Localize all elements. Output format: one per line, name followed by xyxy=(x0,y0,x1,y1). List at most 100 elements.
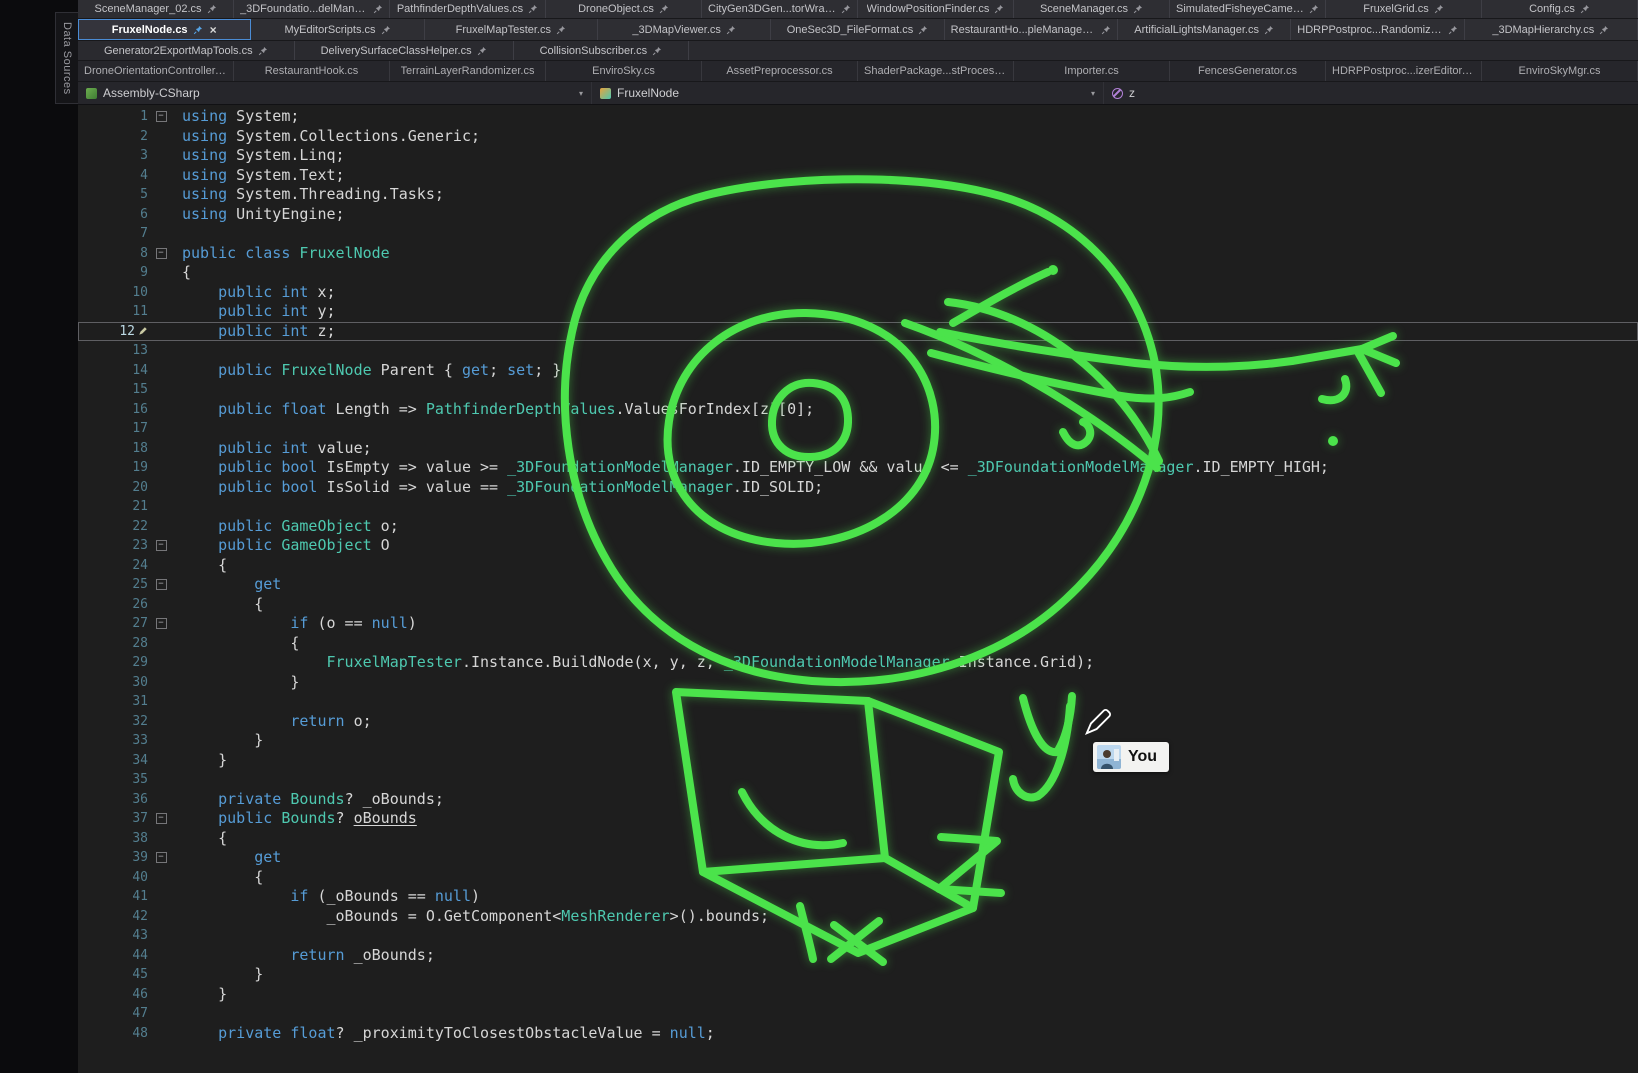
code-line[interactable]: 5using System.Threading.Tasks; xyxy=(78,185,1638,205)
code-line-active[interactable]: 12 public int z; xyxy=(78,322,1638,342)
code-line[interactable]: 24 { xyxy=(78,556,1638,576)
tab[interactable]: WindowPositionFinder.cs xyxy=(858,0,1014,18)
code-line[interactable]: 26 { xyxy=(78,595,1638,615)
pin-icon[interactable] xyxy=(477,46,487,56)
tab[interactable]: CityGen3DGen...torWrapper.cs xyxy=(702,0,858,18)
code-line[interactable]: 43 xyxy=(78,926,1638,946)
tab[interactable]: SimulatedFisheyeCamera.cs xyxy=(1170,0,1326,18)
tab[interactable]: FencesGenerator.cs xyxy=(1170,61,1326,81)
pin-icon[interactable] xyxy=(373,4,383,14)
code-line[interactable]: 18 public int value; xyxy=(78,439,1638,459)
code-line[interactable]: 3using System.Linq; xyxy=(78,146,1638,166)
pin-icon[interactable] xyxy=(1133,4,1143,14)
tab[interactable]: ArtificialLightsManager.cs xyxy=(1118,19,1291,40)
fold-collapse-icon[interactable]: − xyxy=(156,618,167,629)
pin-icon[interactable] xyxy=(841,4,851,14)
pin-icon[interactable] xyxy=(1580,4,1590,14)
tab[interactable]: HDRPPostproc...Randomizer.cs xyxy=(1291,19,1464,40)
code-line[interactable]: 41 if (_oBounds == null) xyxy=(78,887,1638,907)
data-sources-tab[interactable]: Data Sources xyxy=(55,12,78,104)
tab[interactable]: Config.cs xyxy=(1482,0,1638,18)
pin-icon[interactable] xyxy=(258,46,268,56)
code-line[interactable]: 13 xyxy=(78,341,1638,361)
pin-icon[interactable] xyxy=(994,4,1004,14)
tab[interactable]: DeliverySurfaceClassHelper.cs xyxy=(295,41,514,60)
code-line[interactable]: 47 xyxy=(78,1004,1638,1024)
pin-icon[interactable] xyxy=(1101,25,1111,35)
tab[interactable]: TerrainLayerRandomizer.cs xyxy=(390,61,546,81)
fold-collapse-icon[interactable]: − xyxy=(156,111,167,122)
code-line[interactable]: 23− public GameObject O xyxy=(78,536,1638,556)
tab[interactable]: SceneManager.cs xyxy=(1014,0,1170,18)
code-line[interactable]: 14 public FruxelNode Parent { get; set; … xyxy=(78,361,1638,381)
code-line[interactable]: 33 } xyxy=(78,731,1638,751)
tab[interactable]: _3DFoundatio...delManager.cs xyxy=(234,0,390,18)
code-line[interactable]: 1−using System; xyxy=(78,107,1638,127)
code-line[interactable]: 30 } xyxy=(78,673,1638,693)
code-line[interactable]: 31 xyxy=(78,692,1638,712)
member-dropdown[interactable]: z xyxy=(1103,82,1638,104)
tab[interactable]: FruxelMapTester.cs xyxy=(425,19,598,40)
code-line[interactable]: 46 } xyxy=(78,985,1638,1005)
code-line[interactable]: 17 xyxy=(78,419,1638,439)
code-line[interactable]: 48 private float? _proximityToClosestObs… xyxy=(78,1024,1638,1044)
pin-icon[interactable] xyxy=(659,4,669,14)
pin-icon[interactable] xyxy=(726,25,736,35)
fold-collapse-icon[interactable]: − xyxy=(156,579,167,590)
close-icon[interactable]: × xyxy=(210,24,217,36)
pin-icon[interactable] xyxy=(207,4,217,14)
pin-icon[interactable] xyxy=(1264,25,1274,35)
code-line[interactable]: 28 { xyxy=(78,634,1638,654)
code-line[interactable]: 8−public class FruxelNode xyxy=(78,244,1638,264)
pin-icon[interactable] xyxy=(528,4,538,14)
code-line[interactable]: 37− public Bounds? oBounds xyxy=(78,809,1638,829)
pin-icon[interactable] xyxy=(1309,4,1319,14)
code-line[interactable]: 42 _oBounds = O.GetComponent<MeshRendere… xyxy=(78,907,1638,927)
tab[interactable]: FruxelGrid.cs xyxy=(1326,0,1482,18)
tab[interactable]: DroneOrientationController.cs xyxy=(78,61,234,81)
tab[interactable]: EnviroSky.cs xyxy=(546,61,702,81)
tab[interactable]: OneSec3D_FileFormat.cs xyxy=(771,19,944,40)
tab[interactable]: SceneManager_02.cs xyxy=(78,0,234,18)
type-dropdown[interactable]: FruxelNode ▾ xyxy=(591,82,1103,104)
fold-collapse-icon[interactable]: − xyxy=(156,813,167,824)
code-line[interactable]: 20 public bool IsSolid => value == _3DFo… xyxy=(78,478,1638,498)
tab[interactable]: EnviroSkyMgr.cs xyxy=(1482,61,1638,81)
tab[interactable]: HDRPPostproc...izerEditor.cs xyxy=(1326,61,1482,81)
tab[interactable]: PathfinderDepthValues.cs xyxy=(390,0,546,18)
pin-icon[interactable] xyxy=(652,46,662,56)
code-line[interactable]: 19 public bool IsEmpty => value >= _3DFo… xyxy=(78,458,1638,478)
code-line[interactable]: 44 return _oBounds; xyxy=(78,946,1638,966)
tab[interactable]: _3DMapHierarchy.cs xyxy=(1465,19,1638,40)
tab[interactable]: ShaderPackage...stProcessor.cs xyxy=(858,61,1014,81)
code-line[interactable]: 7 xyxy=(78,224,1638,244)
code-line[interactable]: 40 { xyxy=(78,868,1638,888)
code-line[interactable]: 29 FruxelMapTester.Instance.BuildNode(x,… xyxy=(78,653,1638,673)
code-line[interactable]: 21 xyxy=(78,497,1638,517)
tab[interactable]: MyEditorScripts.cs xyxy=(251,19,424,40)
pin-icon[interactable] xyxy=(918,25,928,35)
code-line[interactable]: 10 public int x; xyxy=(78,283,1638,303)
pin-icon[interactable] xyxy=(381,25,391,35)
code-line[interactable]: 34 } xyxy=(78,751,1638,771)
pin-icon[interactable] xyxy=(1599,25,1609,35)
code-line[interactable]: 38 { xyxy=(78,829,1638,849)
fold-collapse-icon[interactable]: − xyxy=(156,852,167,863)
code-line[interactable]: 36 private Bounds? _oBounds; xyxy=(78,790,1638,810)
tab[interactable]: Importer.cs xyxy=(1014,61,1170,81)
code-editor[interactable]: 1−using System;2using System.Collections… xyxy=(78,105,1638,1073)
fold-collapse-icon[interactable]: − xyxy=(156,248,167,259)
project-dropdown[interactable]: Assembly-CSharp ▾ xyxy=(78,82,591,104)
code-line[interactable]: 35 xyxy=(78,770,1638,790)
tab[interactable]: RestaurantHo...pleManager.cs xyxy=(945,19,1118,40)
fold-collapse-icon[interactable]: − xyxy=(156,540,167,551)
code-line[interactable]: 16 public float Length => PathfinderDept… xyxy=(78,400,1638,420)
code-line[interactable]: 22 public GameObject o; xyxy=(78,517,1638,537)
tab[interactable]: _3DMapViewer.cs xyxy=(598,19,771,40)
tab[interactable]: RestaurantHook.cs xyxy=(234,61,390,81)
tab[interactable]: Generator2ExportMapTools.cs xyxy=(78,41,295,60)
code-line[interactable]: 39− get xyxy=(78,848,1638,868)
pin-icon[interactable] xyxy=(556,25,566,35)
tab[interactable]: DroneObject.cs xyxy=(546,0,702,18)
code-line[interactable]: 2using System.Collections.Generic; xyxy=(78,127,1638,147)
